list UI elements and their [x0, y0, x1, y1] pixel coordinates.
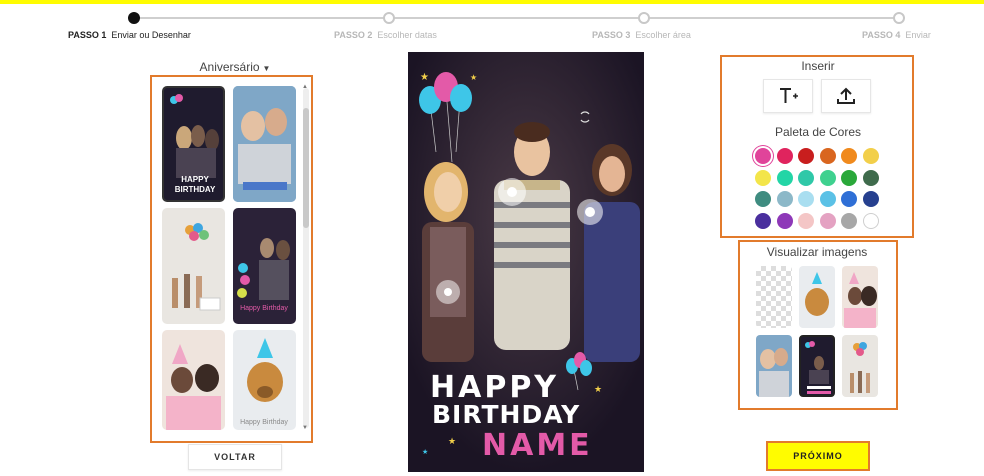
back-button[interactable]: VOLTAR — [188, 444, 282, 470]
category-dropdown[interactable]: Aniversário ▼ — [190, 60, 280, 74]
template-thumb-4[interactable]: Happy Birthday — [233, 208, 296, 324]
caret-down-icon: ▼ — [262, 64, 271, 73]
template-thumb-2[interactable] — [233, 86, 296, 202]
svg-text:Happy Birthday: Happy Birthday — [240, 305, 288, 312]
preview-balloons-art — [850, 342, 870, 393]
color-swatch[interactable] — [755, 148, 771, 164]
color-swatch[interactable] — [819, 169, 836, 186]
template-thumb-4-art: Happy Birthday — [237, 238, 290, 312]
step-1-label: Enviar ou Desenhar — [111, 30, 191, 40]
step-2-number: PASSO 2 — [334, 30, 373, 40]
color-swatch[interactable] — [798, 191, 814, 207]
step-3-dot[interactable] — [638, 12, 650, 24]
template-thumb-6-art: Happy Birthday — [240, 338, 288, 426]
color-swatch[interactable] — [841, 148, 857, 164]
text-add-icon — [780, 88, 798, 103]
color-swatch[interactable] — [798, 212, 814, 229]
svg-text:★: ★ — [422, 448, 428, 456]
rotate-handle-icon[interactable] — [578, 110, 592, 124]
color-swatch[interactable] — [841, 191, 857, 207]
tools-panel-highlight — [720, 55, 914, 238]
filter-preview: ★ ★ ★ ★ ★ HAPPY BIRTHDAY NAME — [408, 52, 644, 472]
preview-couple[interactable] — [756, 335, 792, 397]
svg-text:★: ★ — [448, 436, 456, 446]
preview-balloons[interactable] — [842, 335, 878, 397]
color-swatch[interactable] — [776, 191, 793, 207]
template-list-scrollbar[interactable] — [303, 88, 309, 428]
template-thumb-2-art — [233, 86, 296, 202]
step-2-dot[interactable] — [383, 12, 395, 24]
scrollbar-thumb[interactable] — [303, 108, 309, 228]
preview-line-birthday: BIRTHDAY — [432, 400, 581, 429]
color-swatch[interactable] — [798, 148, 814, 164]
step-1-dot[interactable] — [128, 12, 140, 24]
color-swatch[interactable] — [862, 169, 879, 186]
stepper-track — [134, 17, 900, 19]
color-swatch[interactable] — [862, 212, 879, 229]
insert-title: Inserir — [801, 59, 835, 73]
visualize-title: Visualizar imagens — [766, 245, 868, 259]
svg-text:★: ★ — [470, 73, 477, 82]
svg-text:★: ★ — [594, 384, 602, 394]
preview-girl-art — [844, 272, 877, 328]
scroll-down-icon[interactable]: ▼ — [302, 425, 308, 431]
template-thumb-3-art — [172, 223, 221, 311]
color-swatch[interactable] — [819, 191, 836, 207]
preview-dog[interactable] — [799, 266, 835, 328]
preview-transparent[interactable] — [756, 266, 792, 328]
step-2[interactable]: PASSO 2 Escolher datas — [334, 30, 437, 40]
step-4[interactable]: PASSO 4 Enviar — [862, 30, 931, 40]
preview-dog-art — [805, 272, 829, 316]
preview-sparkler[interactable] — [799, 335, 835, 397]
color-swatch[interactable] — [776, 169, 793, 186]
step-1[interactable]: PASSO 1 Enviar ou Desenhar — [68, 30, 191, 40]
svg-text:HAPPY: HAPPY — [181, 175, 209, 184]
color-swatch[interactable] — [841, 169, 857, 186]
step-4-dot[interactable] — [893, 12, 905, 24]
color-swatch[interactable] — [755, 212, 771, 229]
preview-girl[interactable] — [842, 266, 878, 328]
color-swatch[interactable] — [755, 169, 771, 186]
color-swatch[interactable] — [819, 148, 836, 164]
scroll-up-icon[interactable]: ▲ — [302, 84, 308, 90]
step-2-label: Escolher datas — [377, 30, 437, 40]
color-swatch[interactable] — [776, 212, 793, 229]
template-thumb-1-art: HAPPY BIRTHDAY — [170, 94, 219, 194]
template-thumb-5[interactable] — [162, 330, 225, 430]
color-swatch[interactable] — [798, 169, 814, 186]
svg-text:★: ★ — [420, 72, 429, 83]
color-swatch[interactable] — [755, 191, 771, 207]
upload-button[interactable] — [821, 79, 871, 113]
preview-sparkler-art — [805, 341, 831, 394]
template-thumb-5-art — [166, 344, 221, 430]
svg-text:Happy Birthday: Happy Birthday — [240, 419, 288, 426]
svg-text:BIRTHDAY: BIRTHDAY — [175, 185, 216, 194]
template-thumb-3[interactable] — [162, 208, 225, 324]
color-swatch[interactable] — [862, 191, 879, 207]
next-button[interactable]: PRÓXIMO — [766, 441, 870, 471]
step-1-number: PASSO 1 — [68, 30, 107, 40]
template-thumb-6[interactable]: Happy Birthday — [233, 330, 296, 430]
color-swatch[interactable] — [862, 148, 879, 164]
step-3-number: PASSO 3 — [592, 30, 631, 40]
step-3-label: Escolher área — [635, 30, 691, 40]
top-accent-bar — [0, 0, 984, 4]
add-text-button[interactable] — [763, 79, 813, 113]
preview-line-name: NAME — [482, 428, 593, 463]
palette-title: Paleta de Cores — [774, 125, 862, 139]
category-label: Aniversário — [199, 60, 260, 74]
template-thumb-1[interactable]: HAPPY BIRTHDAY — [162, 86, 225, 202]
step-4-label: Enviar — [905, 30, 931, 40]
step-3[interactable]: PASSO 3 Escolher área — [592, 30, 691, 40]
color-swatch[interactable] — [819, 212, 836, 229]
upload-icon — [837, 87, 855, 104]
preview-couple-art — [759, 348, 789, 397]
color-swatch[interactable] — [776, 148, 793, 164]
color-swatch[interactable] — [841, 212, 857, 229]
step-4-number: PASSO 4 — [862, 30, 901, 40]
